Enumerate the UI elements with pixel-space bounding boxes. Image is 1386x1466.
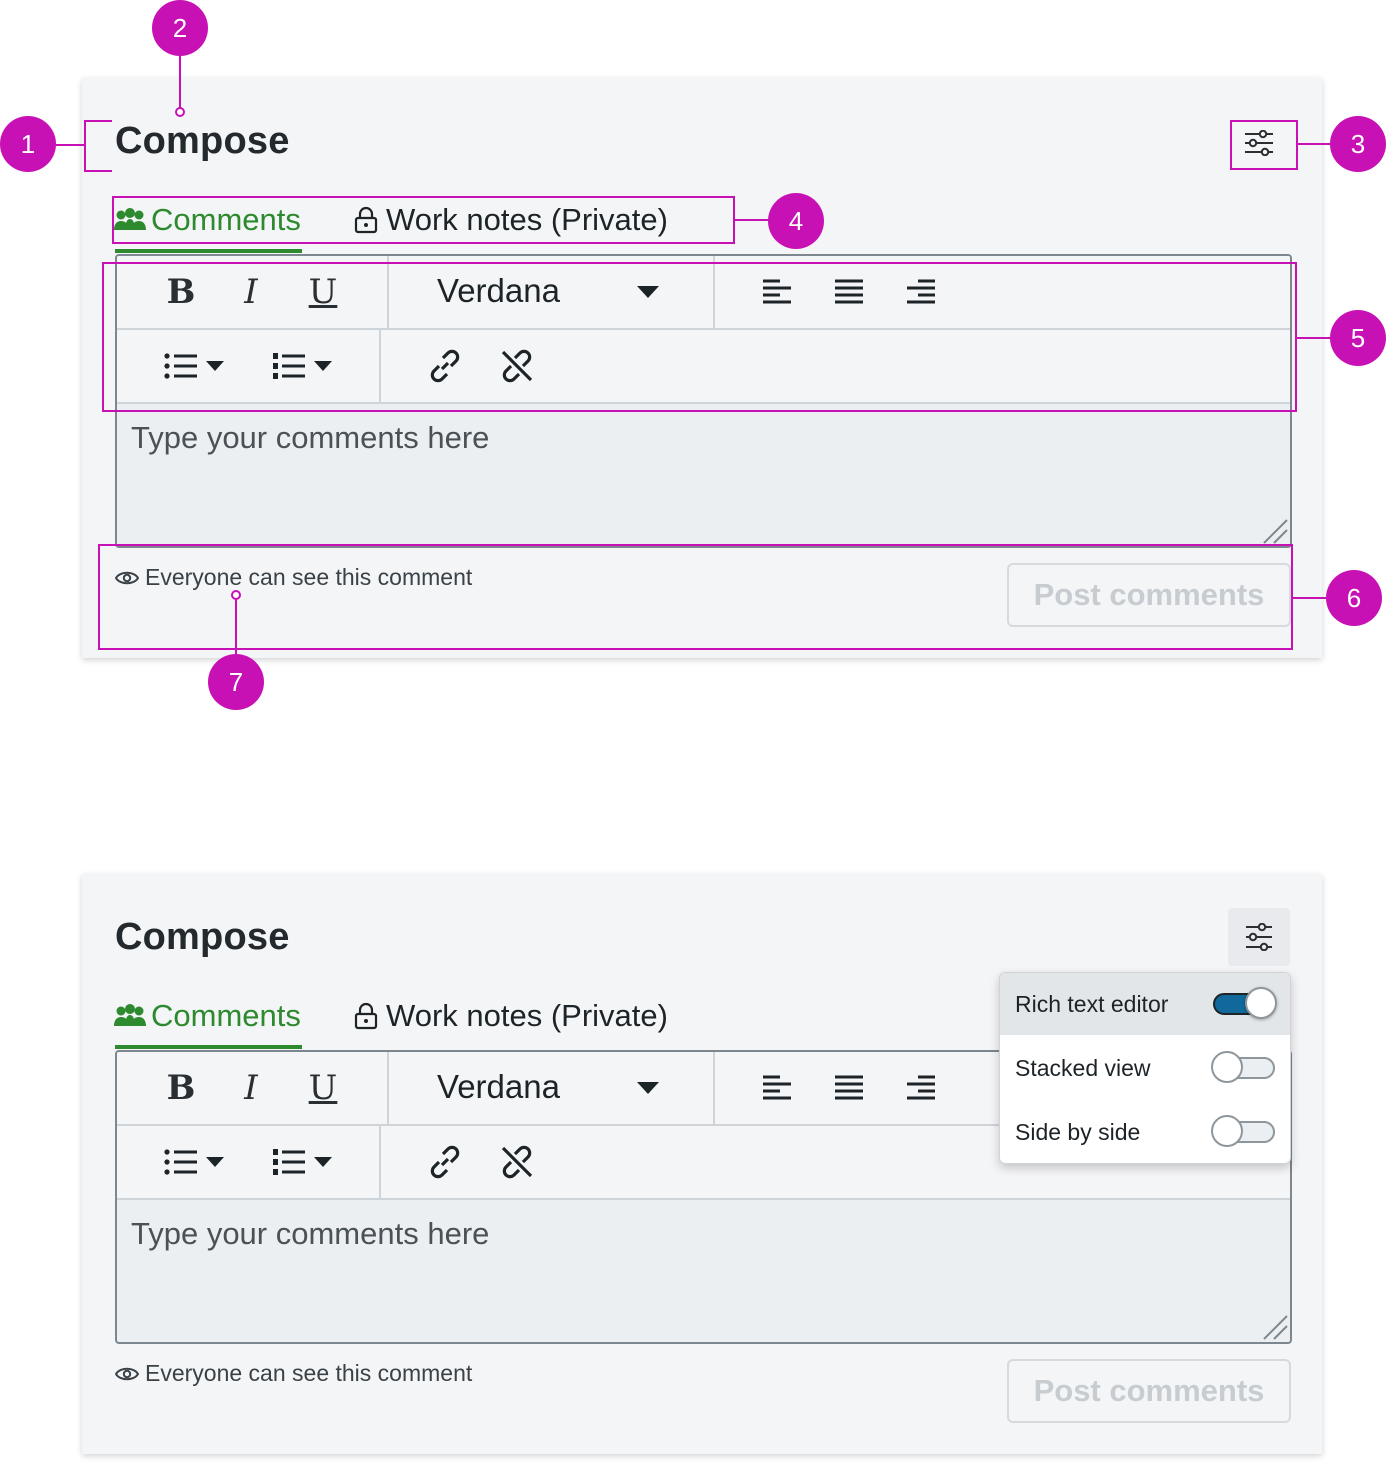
resize-handle-icon[interactable]: [1262, 1314, 1288, 1340]
page-title: Compose: [115, 916, 290, 958]
italic-button[interactable]: I: [231, 1066, 271, 1110]
annotation-box-6: [98, 544, 1293, 650]
align-right-icon: [907, 1075, 935, 1100]
annotation-box-5: [102, 262, 1297, 412]
numbered-list-button[interactable]: [269, 1144, 335, 1180]
annotation-marker-7: 7: [208, 654, 264, 710]
annotation-line-7: [235, 598, 237, 654]
align-justify-icon: [835, 1075, 863, 1100]
annotation-marker-2: 2: [152, 0, 208, 56]
lock-icon: [354, 1002, 378, 1030]
eye-icon: [115, 1367, 139, 1380]
annotation-dot-2: [175, 107, 185, 117]
annotation-box-4: [112, 196, 735, 244]
align-left-button[interactable]: [757, 1070, 797, 1106]
unlink-button[interactable]: [497, 1142, 537, 1182]
stacked-view-toggle[interactable]: [1211, 1051, 1275, 1083]
menu-item-label: Side by side: [1015, 1118, 1141, 1145]
comment-textarea[interactable]: Type your comments here: [131, 420, 489, 456]
tab-comments-label: Comments: [151, 998, 301, 1033]
annotation-marker-5: 5: [1330, 310, 1386, 366]
chevron-down-icon[interactable]: [637, 1082, 659, 1094]
unlink-icon: [501, 1145, 533, 1179]
compose-panel-settings-open: Compose Comments Work notes (Private) B: [82, 874, 1322, 1454]
side-by-side-toggle[interactable]: [1211, 1115, 1275, 1147]
users-icon: [114, 1004, 146, 1026]
active-tab-indicator: [115, 1045, 302, 1049]
annotation-marker-1: 1: [0, 116, 56, 172]
menu-item-label: Stacked view: [1015, 1054, 1151, 1081]
visibility-text: Everyone can see this comment: [145, 1360, 473, 1386]
annotation-line-6: [1291, 597, 1327, 599]
chevron-down-icon: [206, 1157, 224, 1167]
annotation-marker-3: 3: [1330, 116, 1386, 172]
bullet-list-button[interactable]: [161, 1144, 227, 1180]
annotation-marker-6: 6: [1326, 570, 1382, 626]
resize-handle-icon[interactable]: [1262, 518, 1288, 544]
bullet-list-icon: [164, 1149, 197, 1175]
annotation-line-3: [1296, 143, 1330, 145]
annotation-marker-4: 4: [768, 193, 824, 249]
menu-item-stacked-view[interactable]: Stacked view: [1000, 1037, 1290, 1099]
annotation-box-3: [1230, 120, 1298, 170]
tab-comments[interactable]: Comments: [113, 998, 301, 1034]
link-icon: [430, 1145, 460, 1179]
annotation-line-2: [179, 56, 181, 108]
rich-text-toggle[interactable]: [1213, 987, 1277, 1019]
tab-work-label: Work notes (Private): [386, 998, 668, 1033]
link-button[interactable]: [425, 1142, 465, 1182]
sliders-icon: [1246, 923, 1272, 951]
visibility-note: Everyone can see this comment: [115, 1360, 472, 1387]
annotation-line-4: [733, 219, 769, 221]
settings-menu: Rich text editor Stacked view Side by si…: [999, 972, 1291, 1164]
menu-item-rich-text-editor[interactable]: Rich text editor: [1000, 973, 1290, 1035]
active-tab-indicator: [115, 249, 302, 253]
annotation-bracket-1: [84, 120, 112, 172]
font-select[interactable]: Verdana: [437, 1068, 560, 1106]
underline-button[interactable]: U: [303, 1066, 343, 1110]
comment-textarea[interactable]: Type your comments here: [131, 1216, 489, 1252]
post-comments-button[interactable]: Post comments: [1007, 1359, 1291, 1423]
toggle-knob: [1245, 987, 1277, 1019]
align-center-button[interactable]: [829, 1070, 869, 1106]
align-right-button[interactable]: [901, 1070, 941, 1106]
annotation-line-1: [56, 144, 84, 146]
toggle-knob: [1211, 1051, 1243, 1083]
bold-button[interactable]: B: [161, 1066, 201, 1110]
numbered-list-icon: [273, 1149, 305, 1175]
chevron-down-icon: [314, 1157, 332, 1167]
toggle-knob: [1211, 1115, 1243, 1147]
tab-work-notes[interactable]: Work notes (Private): [354, 998, 668, 1034]
settings-button[interactable]: [1228, 908, 1290, 966]
page-title: Compose: [115, 120, 290, 162]
align-left-icon: [763, 1075, 791, 1100]
annotation-line-5: [1295, 337, 1331, 339]
menu-item-label: Rich text editor: [1015, 990, 1169, 1017]
font-select-value: Verdana: [437, 1068, 560, 1105]
menu-item-side-by-side[interactable]: Side by side: [1000, 1101, 1290, 1163]
